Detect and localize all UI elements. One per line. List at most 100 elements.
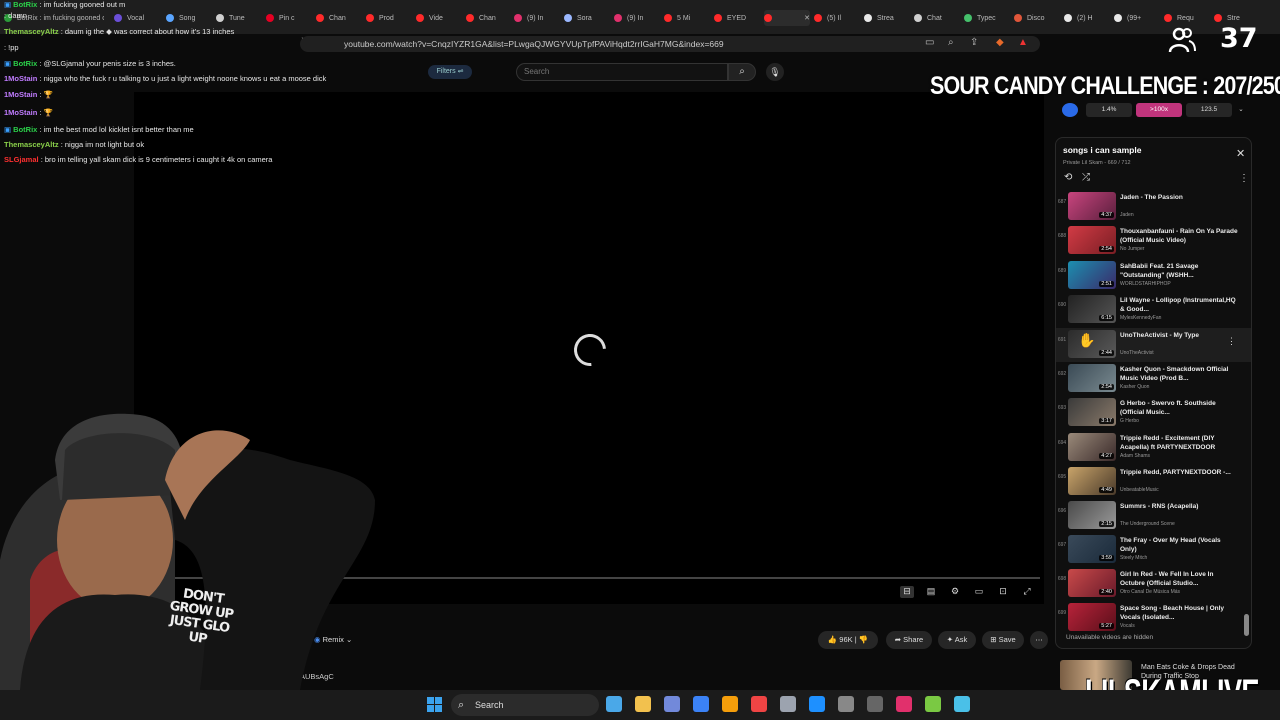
channel-name[interactable]: Otro Canal De Música Más [1120,589,1180,595]
playlist-item[interactable]: 698 2:40 Girl In Red - We Fell In Love In … [1056,567,1251,601]
playlist-item[interactable]: 696 2:15 Summrs - RNS (Acapella) The Underg… [1056,499,1251,533]
weather-icon[interactable] [606,696,622,712]
browser-tab[interactable]: (9) In [614,10,660,26]
channel-name[interactable]: UnoTheActivist [1120,350,1154,356]
video-title[interactable]: Trippie Redd - Excitement (DIY Acapella)… [1120,434,1238,452]
playlist-item[interactable]: 695 4:49 Trippie Redd, PARTYNEXTDOOR -... U… [1056,465,1251,499]
ext-button-2[interactable]: >100x [1136,103,1182,117]
playlist-item[interactable]: 697 3:59 The Fray - Over My Head (Vocals O… [1056,533,1251,567]
miniplayer-icon[interactable]: ⊟ [900,586,914,598]
video-title[interactable]: Space Song - Beach House | Only Vocals (… [1120,604,1238,622]
video-thumbnail[interactable]: 6:15 [1068,295,1116,323]
playlist-item[interactable]: 688 2:54 Thouxanbanfauni - Rain On Ya Para… [1056,224,1251,258]
cast-video-icon[interactable]: ⊡ [996,586,1010,598]
brave-browser-icon[interactable] [780,696,796,712]
channel-name[interactable]: UnbeatableMusic [1120,487,1159,493]
browser-tab[interactable]: (5) Il [814,10,860,26]
ask-button[interactable]: ✦ Ask [938,631,976,649]
video-thumbnail[interactable]: 2:54 [1068,226,1116,254]
video-title[interactable]: Summrs - RNS (Acapella) [1120,502,1238,511]
playlist-item[interactable]: 694 4:27 Trippie Redd - Excitement (DIY Ac… [1056,431,1251,465]
close-tab-icon[interactable]: ✕ [804,14,810,22]
captions-icon[interactable]: ▤ [924,586,938,598]
browser-tab[interactable]: (99+ [1114,10,1160,26]
channel-name[interactable]: Steely Mitch [1120,555,1147,561]
ext-chevron-icon[interactable]: ⌄ [1236,103,1246,117]
windows-start-icon[interactable] [427,697,442,712]
video-thumbnail[interactable]: 4:37 [1068,192,1116,220]
playlist-item[interactable]: 692 2:54 Kasher Quon - Smackdown Official … [1056,362,1251,396]
playlist-scrollbar[interactable] [1244,190,1249,642]
brave-icon[interactable] [751,696,767,712]
video-thumbnail[interactable]: 4:49 [1068,467,1116,495]
video-title[interactable]: Jaden - The Passion [1120,193,1238,202]
like-button[interactable]: 👍 96K | 👎 [818,631,878,649]
4k-icon[interactable] [896,696,912,712]
zoom-icon[interactable]: ⌕ [948,37,954,48]
taskbar-search[interactable]: ⌕ Search [451,694,599,716]
playlist-menu-icon[interactable]: ⋮ [1239,173,1249,184]
browser-tab[interactable]: Sora [564,10,610,26]
browser-tab[interactable]: Requ [1164,10,1210,26]
search-button[interactable]: ⌕ [728,63,756,81]
playlist-item[interactable]: 690 6:15 Lil Wayne - Lollipop (Instrumenta… [1056,293,1251,327]
video-thumbnail[interactable]: 2:40 [1068,569,1116,597]
browser-tab[interactable]: Vide [416,10,462,26]
browser-tab[interactable]: Disco [1014,10,1060,26]
video-thumbnail[interactable]: 2:51 [1068,261,1116,289]
browser-tab[interactable]: ✕ [764,10,810,26]
video-title[interactable]: Thouxanbanfauni - Rain On Ya Parade (Off… [1120,227,1238,245]
channel-name[interactable]: MylesKennedyFan [1120,315,1161,321]
stacks-icon[interactable] [954,696,970,712]
browser-tab[interactable]: (2) H [1064,10,1110,26]
channel-name[interactable]: The Underground Scene [1120,521,1175,527]
playlist-item[interactable]: 687 4:37 Jaden - The Passion Jaden [1056,190,1251,224]
more-actions-icon[interactable]: ⋯ [1030,631,1048,649]
shuffle-icon[interactable]: ⤮ [1082,172,1090,183]
discord-icon[interactable] [693,696,709,712]
channel-name[interactable]: Vocals [1120,623,1135,629]
steam-icon[interactable] [838,696,854,712]
settings-gear-icon[interactable]: ⚙ [948,586,962,598]
brave-shield-icon[interactable]: ◆ [996,37,1004,48]
video-title[interactable]: Girl In Red - We Fell In Love In Octubre… [1120,570,1238,588]
share-button[interactable]: ➦ Share [886,631,932,649]
cast-icon[interactable]: ▭ [925,37,934,48]
fullscreen-icon[interactable]: ⤢ [1020,586,1034,598]
browser-tab[interactable]: Strea [864,10,910,26]
app-store-icon[interactable] [722,696,738,712]
browser-tab[interactable]: Chan [466,10,512,26]
channel-name[interactable]: G Herbo [1120,418,1139,424]
extension-logo-icon[interactable] [1062,103,1078,117]
video-thumbnail[interactable]: 3:17 [1068,398,1116,426]
channel-name[interactable]: Kasher Quon [1120,384,1149,390]
video-title[interactable]: Kasher Quon - Smackdown Official Music V… [1120,365,1238,383]
theater-mode-icon[interactable]: ▭ [972,586,986,598]
loop-icon[interactable]: ⟲ [1064,172,1072,183]
browser-tab[interactable]: Typec [964,10,1010,26]
rewards-icon[interactable]: ▲ [1018,37,1028,48]
channel-name[interactable]: No Jumper [1120,246,1144,252]
playlist-item[interactable]: 693 3:17 G Herbo - Swervo ft. Southside (O… [1056,396,1251,430]
video-thumbnail[interactable]: 3:59 [1068,535,1116,563]
video-title[interactable]: UnoTheActivist - My Type [1120,331,1238,340]
save-button[interactable]: ⊞ Save [982,631,1024,649]
video-title[interactable]: The Fray - Over My Head (Vocals Only) [1120,536,1238,554]
filters-button[interactable]: Filters ⇌ [428,65,472,79]
chrome-icon[interactable] [809,696,825,712]
channel-name[interactable]: Jaden [1120,212,1134,218]
video-title[interactable]: SahBabii Feat. 21 Savage "Outstanding" (… [1120,262,1238,280]
keyboard-icon[interactable] [867,696,883,712]
browser-tab[interactable]: (9) In [514,10,560,26]
copilot-icon[interactable] [635,696,651,712]
video-title[interactable]: G Herbo - Swervo ft. Southside (Official… [1120,399,1238,417]
video-thumbnail[interactable]: 2:54 [1068,364,1116,392]
browser-tab[interactable]: 5 Mi [664,10,710,26]
video-title[interactable]: Trippie Redd, PARTYNEXTDOOR -... [1120,468,1238,477]
video-thumbnail[interactable]: 5:27 [1068,603,1116,631]
browser-tab[interactable]: Chat [914,10,960,26]
item-menu-icon[interactable]: ⋮ [1227,336,1236,347]
playlist-item[interactable]: 689 2:51 SahBabii Feat. 21 Savage "Outstan… [1056,259,1251,293]
ext-button-1[interactable]: 1.4% [1086,103,1132,117]
video-thumbnail[interactable]: 2:15 [1068,501,1116,529]
